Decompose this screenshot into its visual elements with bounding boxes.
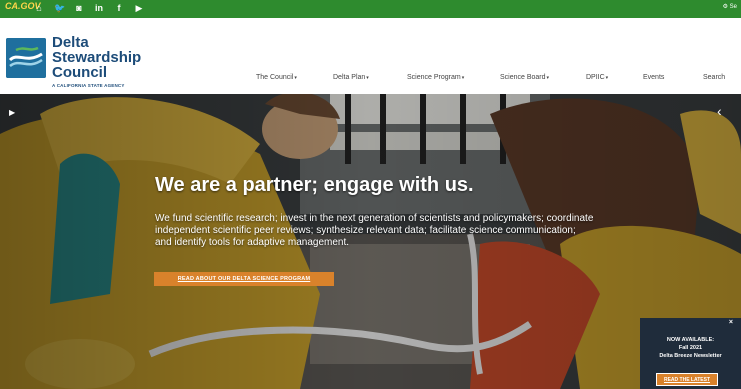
play-icon[interactable]: ▶ — [9, 108, 15, 117]
council-name-line: Delta — [52, 34, 89, 51]
nav-label: DPIIC — [586, 74, 605, 81]
youtube-icon[interactable]: ▶ — [134, 2, 144, 14]
nav-item-science-program[interactable]: Science Program▾ — [407, 74, 464, 86]
council-name-line: Stewardship — [52, 49, 142, 66]
ca-gov-logo[interactable]: CA.GOV — [5, 1, 41, 16]
council-name-line: Council — [52, 64, 107, 81]
chevron-down-icon: ▾ — [605, 75, 609, 81]
close-icon[interactable]: × — [729, 319, 733, 326]
read-science-program-button[interactable]: READ ABOUT OUR DELTA SCIENCE PROGRAM — [154, 272, 334, 286]
agency-tagline: A CALIFORNIA STATE AGENCY — [52, 83, 125, 88]
council-name[interactable]: Delta Stewardship Council — [52, 35, 141, 80]
site-header: Delta Stewardship Council A CALIFORNIA S… — [0, 18, 741, 94]
utility-bar: CA.GOV ⌂ 🐦 ◙ in f ▶ ⚙ Se — [0, 0, 741, 18]
nav-label: Science Program — [407, 74, 461, 81]
nav-label: The Council — [256, 74, 294, 81]
popup-title: NOW AVAILABLE: — [666, 337, 715, 343]
settings-link[interactable]: ⚙ Se — [723, 3, 737, 10]
nav-item-dpiic[interactable]: DPIIC▾ — [586, 74, 608, 86]
nav-item-delta-plan[interactable]: Delta Plan▾ — [333, 74, 369, 86]
home-icon[interactable]: ⌂ — [34, 2, 44, 14]
nav-item-search[interactable]: Search — [703, 74, 725, 86]
chevron-down-icon: ▾ — [294, 75, 297, 81]
read-latest-button[interactable]: READ THE LATEST — [656, 373, 718, 386]
popup-newsletter-name: Delta Breeze Newsletter — [659, 353, 722, 359]
nav-label: Events — [643, 74, 665, 81]
twitter-icon[interactable]: 🐦 — [54, 2, 65, 14]
nav-item-science-board[interactable]: Science Board▾ — [500, 74, 549, 86]
newsletter-popup: × NOW AVAILABLE: Fall 2021 Delta Breeze … — [640, 318, 741, 389]
linkedin-icon[interactable]: in — [94, 2, 104, 14]
facebook-icon[interactable]: f — [114, 2, 124, 14]
nav-item-the-council[interactable]: The Council▾ — [256, 74, 297, 86]
nav-label: Search — [703, 74, 726, 81]
nav-item-events[interactable]: Events — [643, 74, 664, 86]
instagram-icon[interactable]: ◙ — [74, 2, 84, 14]
nav-label: Delta Plan — [333, 74, 366, 81]
council-logo-icon[interactable] — [6, 38, 46, 78]
hero-headline: We are a partner; engage with us. — [155, 174, 474, 196]
chevron-down-icon: ▾ — [546, 75, 550, 81]
chevron-left-icon[interactable]: ‹ — [717, 104, 722, 118]
social-links: ⌂ 🐦 ◙ in f ▶ — [34, 2, 144, 14]
popup-season: Fall 2021 — [678, 345, 703, 351]
chevron-down-icon: ▾ — [461, 75, 465, 81]
hero-body: We fund scientific research; invest in t… — [155, 213, 594, 248]
nav-label: Science Board — [500, 74, 546, 81]
chevron-down-icon: ▾ — [366, 75, 369, 81]
